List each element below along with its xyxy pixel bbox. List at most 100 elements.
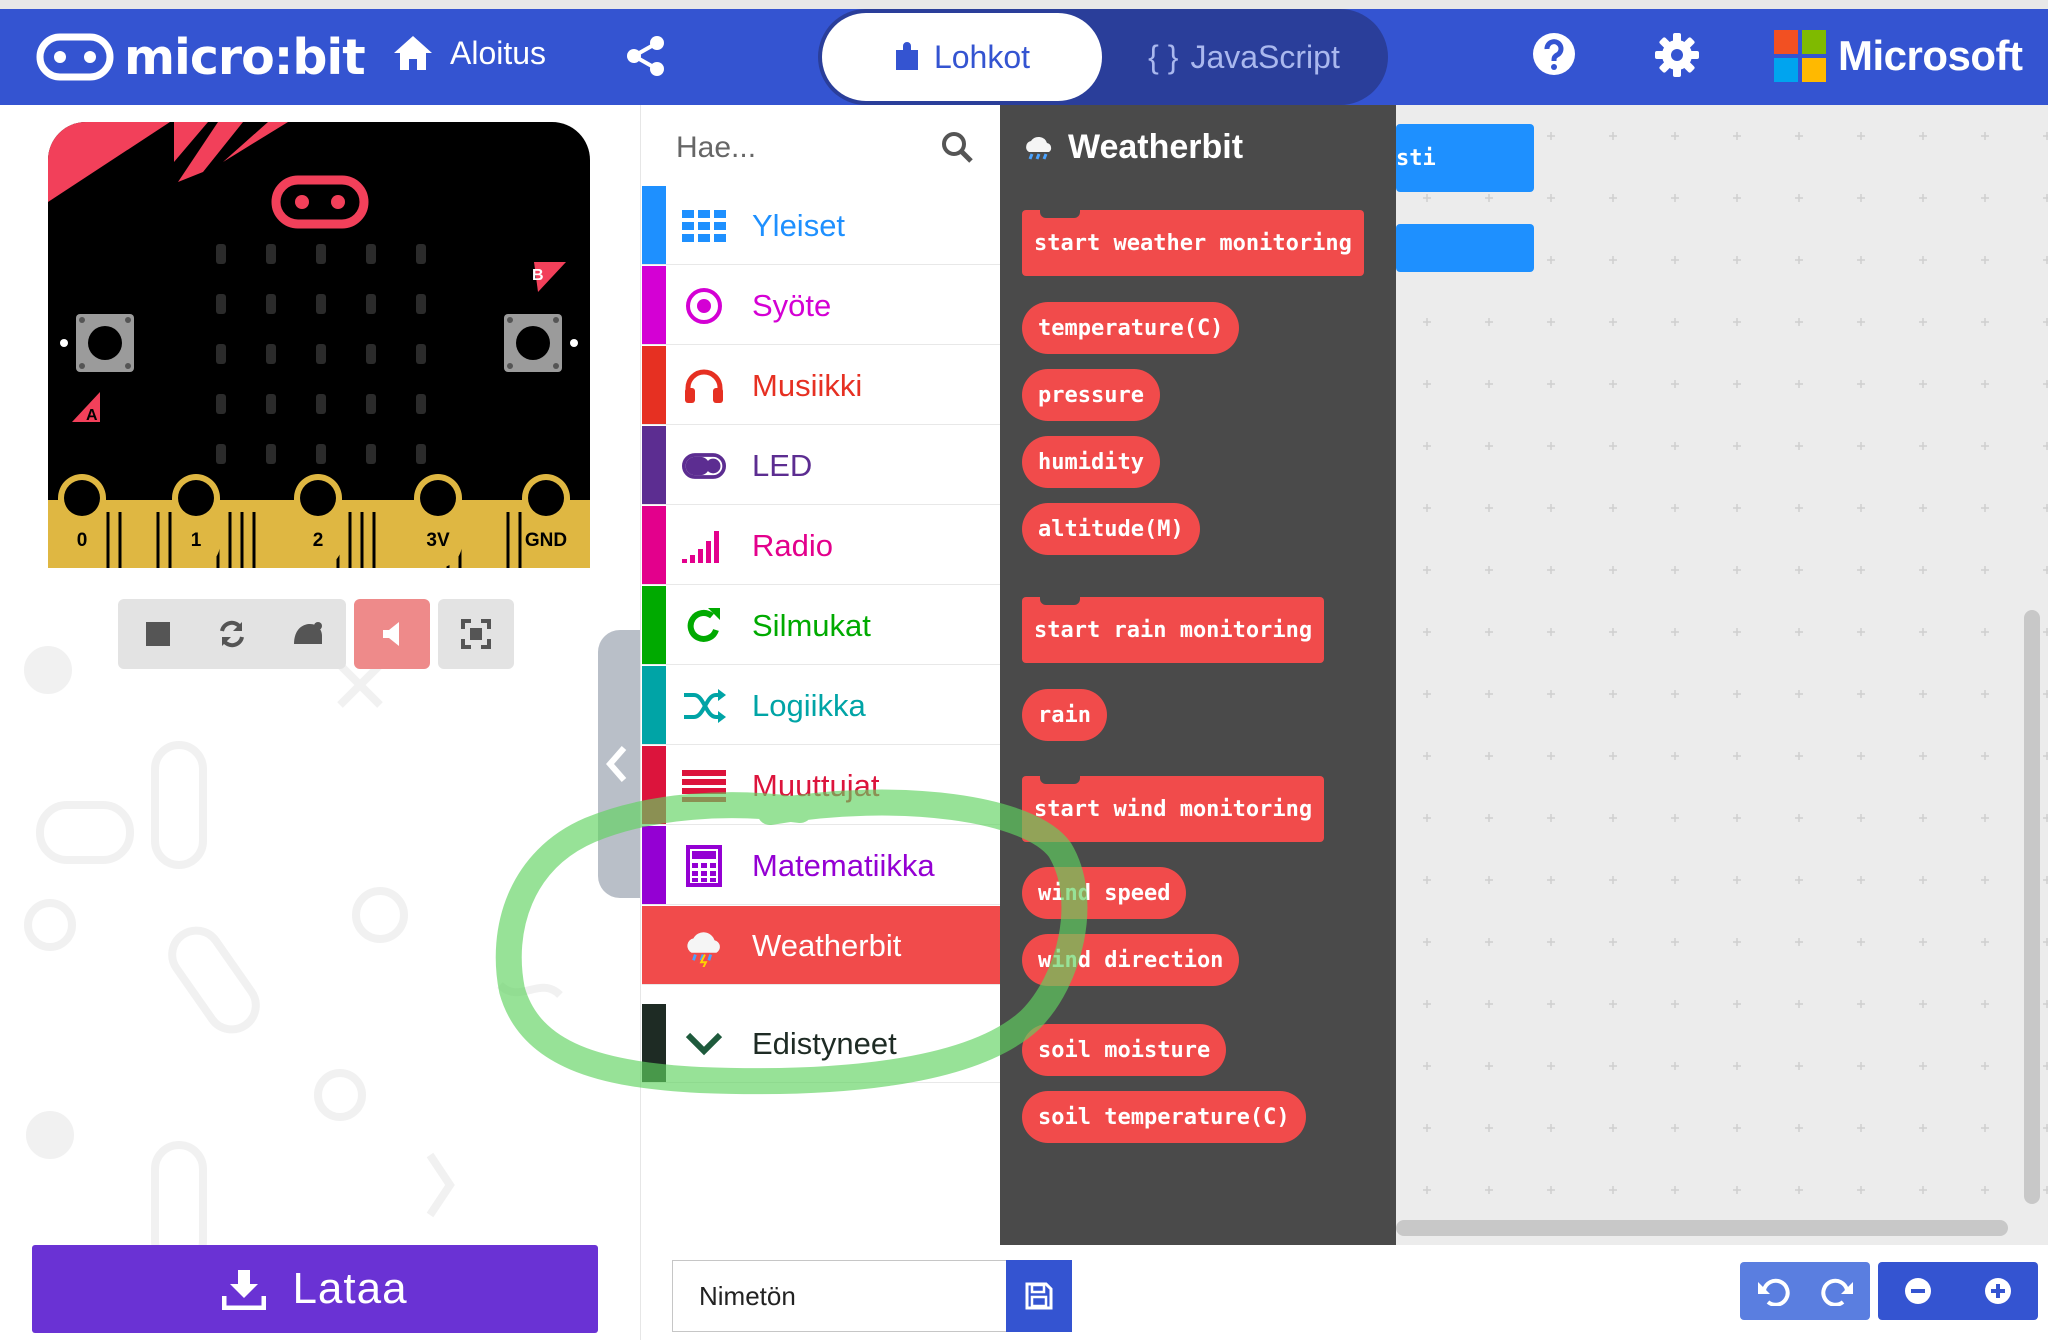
category-weatherbit[interactable]: Weatherbit [642,906,1000,985]
block-start-wind-monitoring[interactable]: start wind monitoring [1022,776,1325,842]
button-a-label: A [86,407,98,424]
grid-icon [682,204,726,248]
workspace-grid [1396,105,2048,1245]
loop-icon [682,604,726,648]
shuffle-icon [682,684,726,728]
project-name-field[interactable] [672,1260,1006,1332]
category-label: Weatherbit [752,928,902,963]
pin-label: GND [525,530,567,551]
category-logiikka[interactable]: Logiikka [642,666,1000,745]
block-label: start weather monitoring [1034,230,1352,256]
mute-button[interactable] [354,599,430,669]
redo-icon[interactable] [1820,1276,1855,1306]
workspace[interactable] [1396,105,2048,1245]
slowmo-button[interactable] [270,599,346,669]
simulator-panel: A B 0 1 2 3V GND Lataa [0,105,640,1340]
block-soil-temperature[interactable]: soil temperature(C) [1022,1091,1306,1143]
block-soil-moisture[interactable]: soil moisture [1022,1024,1227,1076]
category-silmukat[interactable]: Silmukat [642,586,1000,665]
collapse-simulator-button[interactable] [598,630,640,898]
block-label: rain [1038,702,1091,728]
stop-button[interactable] [120,599,196,669]
block-pressure[interactable]: pressure [1022,369,1160,421]
category-syote[interactable]: Syöte [642,266,1000,345]
block-start-weather-monitoring[interactable]: start weather monitoring [1022,210,1364,276]
block-label: start rain monitoring [1034,617,1313,643]
block-wind-speed[interactable]: wind speed [1022,867,1187,919]
category-yleiset[interactable]: Yleiset [642,186,1000,265]
fullscreen-button[interactable] [438,599,514,669]
block-start-rain-monitoring[interactable]: start rain monitoring [1022,597,1325,663]
category-label: Logiikka [752,688,866,723]
mute-icon [383,622,399,646]
lines-icon [682,764,726,808]
home-icon [394,36,432,70]
restart-button[interactable] [194,599,270,669]
save-icon [1025,1282,1053,1310]
category-label: Matematiikka [752,848,935,883]
settings-button[interactable] [1654,32,1700,78]
flyout-title: Weatherbit [1022,128,1243,167]
block-label: soil temperature(C) [1038,1104,1290,1130]
button-b-label: B [532,267,544,284]
tab-javascript[interactable]: { } JavaScript [1110,13,1378,101]
weather-icon [682,924,726,968]
block-wind-direction[interactable]: wind direction [1022,934,1240,986]
home-button[interactable]: Aloitus [392,34,546,72]
microbit-logo[interactable]: micro:bit [36,24,366,90]
workspace-block-on-start[interactable]: sti [1396,124,1534,192]
category-color-bar [642,426,666,504]
category-color-bar [642,906,666,984]
block-label: wind direction [1038,947,1224,973]
category-led[interactable]: LED [642,426,1000,505]
category-label: LED [752,448,813,483]
button-b[interactable] [504,314,562,372]
category-color-bar [642,346,666,424]
pin-label: 2 [313,530,324,551]
microsoft-icon [1774,30,1826,82]
category-label: Syöte [752,288,832,323]
category-label: Silmukat [752,608,871,643]
project-name-input[interactable] [673,1261,1001,1331]
category-label: Yleiset [752,208,846,243]
search-input[interactable] [674,120,938,176]
category-edistyneet[interactable]: Edistyneet [642,1004,1000,1083]
headphones-icon [682,364,726,408]
share-icon [627,36,664,76]
workspace-horizontal-scrollbar[interactable] [1396,1220,2008,1236]
pin-3v[interactable] [414,474,462,568]
category-color-bar [642,506,666,584]
block-altitude[interactable]: altitude(M) [1022,503,1200,555]
zoom-out-icon[interactable] [1903,1276,1933,1306]
button-a[interactable] [76,314,134,372]
microbit-logo-icon [36,33,114,81]
block-rain[interactable]: rain [1022,689,1107,741]
pin-2[interactable] [294,474,342,568]
zoom-in-icon[interactable] [1983,1276,2013,1306]
microsoft-logo[interactable]: Microsoft [1774,30,2023,82]
gear-icon [1655,33,1699,77]
microbit-board[interactable]: A B 0 1 2 3V GND [48,122,590,568]
toggle-icon [682,444,726,488]
download-button[interactable]: Lataa [32,1245,598,1333]
toolbox-search[interactable] [674,120,984,176]
block-label: wind speed [1038,880,1171,906]
pin-1[interactable] [172,474,220,568]
workspace-vertical-scrollbar[interactable] [2024,610,2040,1204]
save-button[interactable] [1006,1260,1072,1332]
workspace-block-forever[interactable] [1396,224,1534,272]
block-temperature[interactable]: temperature(C) [1022,302,1240,354]
share-button[interactable] [624,34,668,78]
pin-label: 0 [77,530,88,551]
search-icon[interactable] [940,130,974,164]
block-humidity[interactable]: humidity [1022,436,1160,488]
pin-gnd[interactable] [522,474,570,568]
category-matematiikka[interactable]: Matematiikka [642,826,1000,905]
pin-0[interactable] [58,474,106,568]
help-button[interactable] [1532,32,1576,76]
category-radio[interactable]: Radio [642,506,1000,585]
category-muuttujat[interactable]: Muuttujat [642,746,1000,825]
tab-blocks[interactable]: Lohkot [822,13,1102,101]
category-musiikki[interactable]: Musiikki [642,346,1000,425]
undo-icon[interactable] [1756,1276,1790,1306]
